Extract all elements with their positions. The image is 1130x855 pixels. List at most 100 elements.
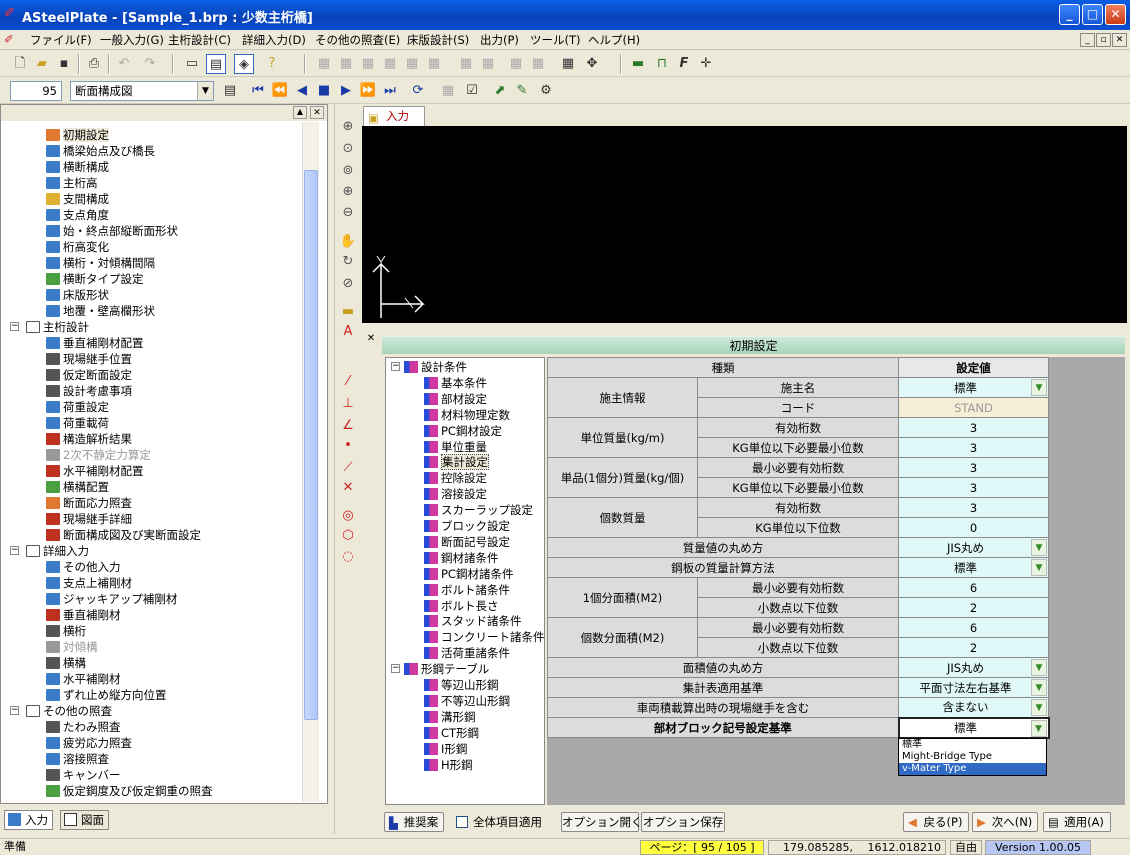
arc-icon[interactable]: ◌ xyxy=(338,547,358,567)
zoom-in-icon[interactable]: ⊕ xyxy=(338,182,358,202)
tree-item-main-7[interactable]: 2次不静定力算定 xyxy=(46,447,151,463)
subtree-design-17[interactable]: 活荷重諸条件 xyxy=(424,645,510,661)
app-icon[interactable]: ✐ xyxy=(4,7,18,21)
align-icon-3[interactable]: ▦ xyxy=(358,54,378,74)
close-button[interactable]: ✕ xyxy=(1105,4,1126,25)
tree-group-other-check[interactable]: その他の照査 xyxy=(26,703,112,719)
tree-item-detail-7[interactable]: 水平補剛材 xyxy=(46,671,121,687)
refresh-icon[interactable]: ⟳ xyxy=(408,81,428,101)
subtree-shape-2[interactable]: 溝形鋼 xyxy=(424,709,476,725)
apply-button[interactable]: ▤ 適用(A) xyxy=(1043,812,1111,832)
tree-item-other-0[interactable]: たわみ照査 xyxy=(46,719,121,735)
zoom-all-icon[interactable]: ⊚ xyxy=(338,161,358,181)
count-mass-sig-field[interactable]: 3 xyxy=(898,497,1049,518)
subtree-design-10[interactable]: 断面記号設定 xyxy=(424,534,510,550)
subtree-shape-3[interactable]: CT形鋼 xyxy=(424,725,479,741)
subtree-design-13[interactable]: ボルト諸条件 xyxy=(424,582,510,598)
tree-item-general-9[interactable]: 横断タイプ設定 xyxy=(46,271,144,287)
tree-group-other-check-expander[interactable]: − xyxy=(10,706,19,715)
subtree-design-6[interactable]: 控除設定 xyxy=(424,470,487,486)
tree-item-detail-8[interactable]: ずれ止め縦方向位置 xyxy=(46,687,167,703)
tree-group-detail-input-expander[interactable]: − xyxy=(10,546,19,555)
print-icon[interactable]: ⎙ xyxy=(84,54,104,74)
subtree-design-15[interactable]: スタッド諸条件 xyxy=(424,613,522,629)
menu-detail-input[interactable]: 詳細入力(D) xyxy=(242,32,306,48)
tree-item-detail-4[interactable]: 横桁 xyxy=(46,623,86,639)
subtree-design-4[interactable]: 単位重量 xyxy=(424,439,487,455)
point-icon[interactable]: • xyxy=(338,436,358,456)
single-mass-sig-field[interactable]: 3 xyxy=(898,457,1049,478)
tree-item-general-7[interactable]: 桁高変化 xyxy=(46,239,109,255)
measure-icon[interactable]: ▬ xyxy=(338,302,358,322)
align-icon-5[interactable]: ▦ xyxy=(402,54,422,74)
tree-item-main-1[interactable]: 現場継手位置 xyxy=(46,351,132,367)
cross-icon[interactable]: ✕ xyxy=(338,478,358,498)
tree-item-detail-0[interactable]: その他入力 xyxy=(46,559,121,575)
align-icon-4[interactable]: ▦ xyxy=(380,54,400,74)
zoom-window-icon[interactable]: ⊕ xyxy=(338,117,358,137)
menu-tools[interactable]: ツール(T) xyxy=(530,32,581,48)
render-toggle-icon[interactable]: ◈ xyxy=(234,54,254,74)
reset-view-icon[interactable]: ⊘ xyxy=(338,274,358,294)
first-page-icon[interactable]: ⏮ xyxy=(248,81,268,101)
chevron-down-icon[interactable]: ▼ xyxy=(197,82,213,100)
stop-icon[interactable]: ■ xyxy=(314,81,334,101)
maximize-button[interactable]: □ xyxy=(1082,4,1103,25)
zoom-extent-icon[interactable]: ⊙ xyxy=(338,139,358,159)
mdi-close-button[interactable]: ✕ xyxy=(1112,33,1127,47)
option-save-button[interactable]: オプション保存 xyxy=(641,812,725,832)
table-icon[interactable]: ▦ xyxy=(438,81,458,101)
chevron-down-icon[interactable]: ▼ xyxy=(1031,679,1047,696)
chevron-down-icon[interactable]: ▼ xyxy=(1031,699,1047,716)
tree-item-main-5[interactable]: 荷重載荷 xyxy=(46,415,109,431)
dropdown-option-might-bridge[interactable]: Might-Bridge Type xyxy=(899,751,1046,763)
client-name-field[interactable]: 標準 ▼ xyxy=(898,377,1049,398)
align-icon-2[interactable]: ▦ xyxy=(336,54,356,74)
tree-item-other-1[interactable]: 疲労応力照査 xyxy=(46,735,132,751)
area-n-sig-field[interactable]: 6 xyxy=(898,617,1049,638)
doc-icon[interactable]: ✐ xyxy=(4,32,14,46)
tree-item-general-11[interactable]: 地覆・壁高欄形状 xyxy=(46,303,155,319)
save-icon[interactable]: ▪ xyxy=(54,54,74,74)
plate-calc-field[interactable]: 標準 ▼ xyxy=(898,557,1049,578)
single-mass-min-field[interactable]: 3 xyxy=(898,477,1049,498)
count-mass-min-field[interactable]: 0 xyxy=(898,517,1049,538)
new-file-icon[interactable]: 🗋 xyxy=(10,54,30,74)
tree-item-main-4[interactable]: 荷重設定 xyxy=(46,399,109,415)
dropdown-option-v-mater[interactable]: v-Mater Type xyxy=(899,763,1046,775)
text-icon[interactable]: A xyxy=(338,322,358,342)
subtree-group-design[interactable]: 設計条件 xyxy=(404,359,467,375)
tree-item-main-10[interactable]: 断面応力照査 xyxy=(46,495,132,511)
mass-rounding-field[interactable]: JIS丸め ▼ xyxy=(898,537,1049,558)
align-icon-6[interactable]: ▦ xyxy=(424,54,444,74)
tree-item-general-4[interactable]: 支間構成 xyxy=(46,191,109,207)
open-folder-icon[interactable]: ▰ xyxy=(32,54,52,74)
help-icon[interactable]: ? xyxy=(262,54,282,74)
tree-item-detail-3[interactable]: 垂直補剛材 xyxy=(46,607,121,623)
align-icon-7[interactable]: ▦ xyxy=(456,54,476,74)
menu-main-girder[interactable]: 主桁設計(C) xyxy=(168,32,231,48)
unit-mass-min-field[interactable]: 3 xyxy=(898,437,1049,458)
tree-item-general-1[interactable]: 橋梁始点及び橋長 xyxy=(46,143,155,159)
tree-item-general-2[interactable]: 横断構成 xyxy=(46,159,109,175)
frame-icon[interactable]: ⊓ xyxy=(652,54,672,74)
tree-item-main-8[interactable]: 水平補剛材配置 xyxy=(46,463,144,479)
subtree-group-design-expander[interactable]: − xyxy=(391,362,400,371)
area-n-dec-field[interactable]: 2 xyxy=(898,637,1049,658)
last-page-icon[interactable]: ⏭ xyxy=(380,81,400,101)
pan-icon[interactable]: ✋ xyxy=(338,232,358,252)
area1-sig-field[interactable]: 6 xyxy=(898,577,1049,598)
area-rounding-field[interactable]: JIS丸め ▼ xyxy=(898,657,1049,678)
title-bar[interactable]: ✐ ASteelPlate - [Sample_1.brp : 少数主桁橋] _… xyxy=(0,0,1130,30)
tree-item-detail-6[interactable]: 横構 xyxy=(46,655,86,671)
menu-general-input[interactable]: 一般入力(G) xyxy=(100,32,164,48)
menu-other-check[interactable]: その他の照査(E) xyxy=(315,32,400,48)
tree-scrollbar-thumb[interactable] xyxy=(304,170,318,720)
next-icon[interactable]: ▶ xyxy=(336,81,356,101)
tree-group-main-girder[interactable]: 主桁設計 xyxy=(26,319,89,335)
tree-item-main-3[interactable]: 設計考慮事項 xyxy=(46,383,132,399)
tree-item-general-0[interactable]: 初期設定 xyxy=(46,127,109,143)
mdi-restore-button[interactable]: ▫ xyxy=(1096,33,1111,47)
polyline-icon[interactable]: ⟋ xyxy=(338,458,358,478)
subtree-design-3[interactable]: PC鋼材設定 xyxy=(424,423,502,439)
